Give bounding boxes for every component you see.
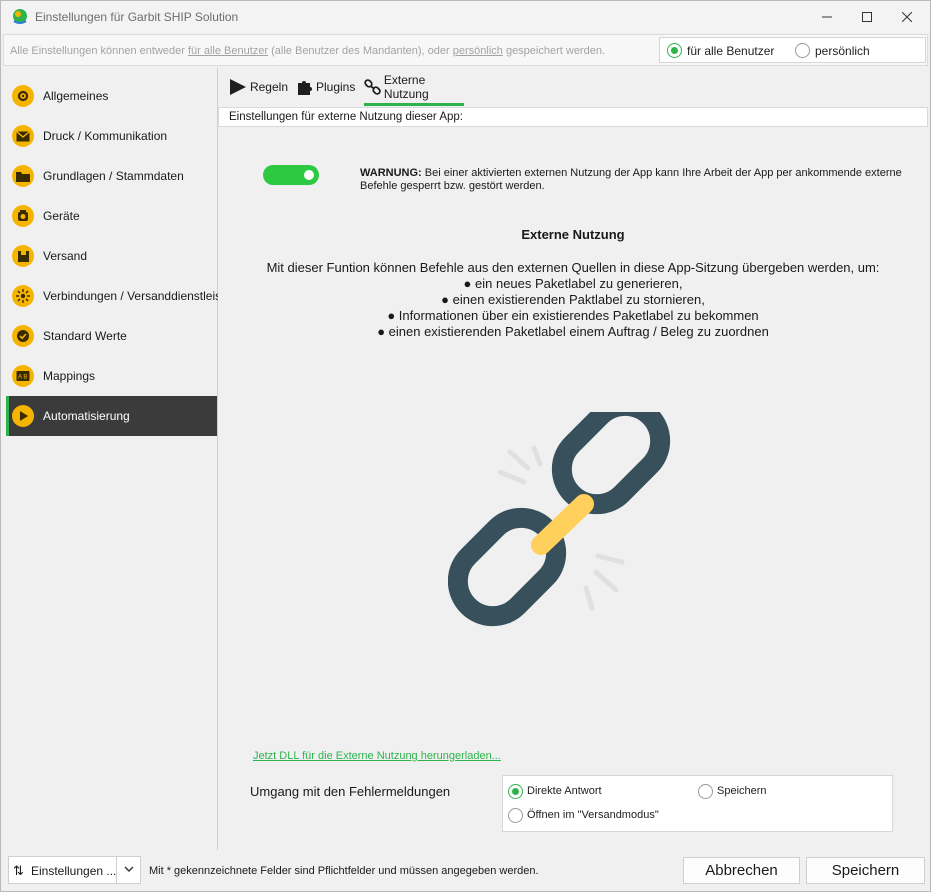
list-item: ● einen existierenden Paktlabel zu storn…	[441, 292, 705, 307]
broken-chain-illustration	[448, 412, 671, 627]
minimize-icon	[822, 16, 832, 18]
tab-externe-nutzung[interactable]: Externe Nutzung	[364, 68, 464, 106]
scope-selector: für alle Benutzer persönlich	[659, 37, 926, 63]
radio-open-shipping-mode-label[interactable]: Öffnen im "Versandmodus"	[527, 809, 659, 821]
sidebar-item-standard-werte[interactable]: Standard Werte	[6, 316, 217, 356]
radio-all-users-label[interactable]: für alle Benutzer	[687, 44, 774, 58]
tab-regeln[interactable]: Regeln	[228, 68, 288, 106]
external-usage-list: ● ein neues Paketlabel zu generieren, ● …	[218, 276, 928, 340]
list-item: ● ein neues Paketlabel zu generieren,	[463, 276, 683, 291]
radio-save[interactable]	[698, 784, 713, 799]
connection-icon	[12, 285, 34, 307]
envelope-icon	[12, 125, 34, 147]
sidebar-item-druck[interactable]: Druck / Kommunikation	[6, 116, 217, 156]
info-text-before: Alle Einstellungen können entweder	[10, 45, 188, 57]
settings-dropdown[interactable]: ⇅ Einstellungen ...	[8, 856, 141, 884]
svg-text:A B: A B	[18, 375, 27, 381]
close-button[interactable]	[884, 1, 930, 33]
main-panel: Regeln Plugins Externe Nutzung Einstellu…	[218, 68, 928, 850]
check-icon	[12, 325, 34, 347]
tab-bar: Regeln Plugins Externe Nutzung	[218, 68, 928, 106]
sort-arrows-icon: ⇅	[13, 863, 24, 878]
sidebar-item-grundlagen[interactable]: Grundlagen / Stammdaten	[6, 156, 217, 196]
sidebar-item-automatisierung[interactable]: Automatisierung	[6, 396, 217, 436]
info-text-middle: (alle Benutzer des Mandanten), oder	[268, 45, 453, 57]
radio-save-label[interactable]: Speichern	[717, 785, 767, 797]
dropdown-divider	[116, 857, 117, 883]
section-header-text: Einstellungen für externe Nutzung dieser…	[229, 111, 463, 123]
footer-bar: ⇅ Einstellungen ... Mit * gekennzeichnet…	[1, 851, 930, 891]
radio-direct-answer-label[interactable]: Direkte Antwort	[527, 785, 602, 797]
settings-dropdown-label: Einstellungen ...	[31, 864, 117, 878]
window-title: Einstellungen für Garbit SHIP Solution	[35, 10, 239, 24]
sidebar-item-label: Verbindungen / Versanddienstleister	[43, 289, 236, 303]
sidebar-item-label: Mappings	[43, 369, 96, 383]
play-icon	[229, 79, 246, 95]
section-header: Einstellungen für externe Nutzung dieser…	[218, 107, 928, 127]
external-usage-content: WARNUNG: Bei einer aktivierten externen …	[218, 127, 928, 850]
warning-text: WARNUNG: Bei einer aktivierten externen …	[360, 167, 910, 193]
maximize-icon	[862, 12, 872, 22]
sidebar-item-versand[interactable]: Versand	[6, 236, 217, 276]
cancel-button[interactable]: Abbrechen	[683, 857, 800, 884]
sidebar-item-mappings[interactable]: A B Mappings	[6, 356, 217, 396]
info-link-all-users[interactable]: für alle Benutzer	[188, 45, 268, 57]
sidebar-item-label: Versand	[43, 249, 88, 263]
sidebar-item-label: Geräte	[43, 209, 80, 223]
tab-label: Plugins	[316, 80, 356, 94]
title-bar: Einstellungen für Garbit SHIP Solution	[1, 1, 930, 33]
settings-window: Einstellungen für Garbit SHIP Solution A…	[0, 0, 931, 892]
folder-icon	[12, 165, 34, 187]
sidebar-item-label: Automatisierung	[43, 409, 130, 423]
sidebar-item-label: Grundlagen / Stammdaten	[43, 169, 184, 183]
play-icon	[12, 405, 34, 427]
link-icon	[364, 79, 381, 95]
error-handling-label: Umgang mit den Fehlermeldungen	[250, 784, 451, 799]
close-icon	[902, 12, 912, 22]
radio-open-shipping-mode[interactable]	[508, 808, 523, 823]
mapping-icon: A B	[12, 365, 34, 387]
sidebar-item-allgemeines[interactable]: Allgemeines	[6, 76, 217, 116]
scale-icon	[12, 205, 34, 227]
chevron-down-icon[interactable]	[123, 863, 135, 875]
radio-personal[interactable]	[795, 43, 810, 58]
settings-sidebar: Allgemeines Druck / Kommunikation Grundl…	[3, 68, 235, 850]
tab-plugins[interactable]: Plugins	[296, 68, 356, 106]
external-usage-intro: Mit dieser Funtion können Befehle aus de…	[266, 260, 880, 275]
warning-message: Bei einer aktivierten externen Nutzung d…	[360, 167, 902, 192]
list-item: ● einen existierenden Paketlabel einem A…	[377, 324, 769, 339]
info-link-personal[interactable]: persönlich	[453, 45, 503, 57]
radio-personal-label[interactable]: persönlich	[815, 44, 870, 58]
sidebar-item-label: Allgemeines	[43, 89, 109, 103]
toggle-knob	[304, 170, 314, 180]
required-fields-note: Mit * gekennzeichnete Felder sind Pflich…	[149, 865, 539, 877]
error-handling-options: Direkte Antwort Speichern Öffnen im "Ver…	[502, 775, 893, 832]
sidebar-item-label: Standard Werte	[43, 329, 127, 343]
save-button[interactable]: Speichern	[806, 857, 925, 884]
scope-info-text: Alle Einstellungen können entweder für a…	[10, 45, 605, 57]
external-usage-toggle[interactable]	[263, 165, 319, 185]
radio-direct-answer[interactable]	[508, 784, 523, 799]
chain-link-icon	[448, 412, 671, 627]
info-text-after: gespeichert werden.	[502, 45, 606, 57]
sidebar-item-label: Druck / Kommunikation	[43, 129, 168, 143]
sidebar-item-geraete[interactable]: Geräte	[6, 196, 217, 236]
tab-label: Regeln	[249, 80, 288, 94]
sidebar-item-verbindungen[interactable]: Verbindungen / Versanddienstleister	[6, 276, 235, 316]
radio-all-users[interactable]	[667, 43, 682, 58]
external-usage-title: Externe Nutzung	[521, 227, 625, 242]
app-logo-icon	[13, 9, 27, 24]
package-icon	[12, 245, 34, 267]
scope-info-bar: Alle Einstellungen können entweder für a…	[3, 34, 928, 66]
list-item: ● Informationen über ein existierendes P…	[387, 308, 759, 323]
puzzle-icon	[298, 81, 312, 95]
warning-label: WARNUNG:	[360, 167, 422, 179]
tab-label: Externe Nutzung	[383, 73, 429, 101]
gear-icon	[12, 85, 34, 107]
download-dll-link[interactable]: Jetzt DLL für die Externe Nutzung herung…	[253, 750, 501, 762]
